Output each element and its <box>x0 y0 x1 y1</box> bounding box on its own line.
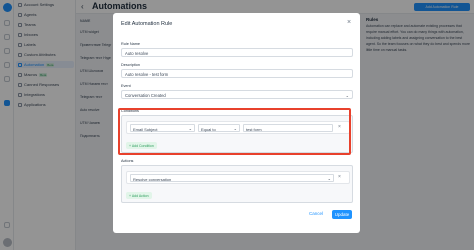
action-select[interactable]: Resolve conversation ⌄ <box>130 174 334 182</box>
event-select-value: Conversation Created <box>125 93 166 98</box>
update-button[interactable]: Update <box>332 210 352 219</box>
action-select-value: Resolve conversation <box>133 176 172 182</box>
action-row: Resolve conversation ⌄ × <box>126 171 350 184</box>
chevron-down-icon: ⌄ <box>327 176 331 181</box>
remove-action-icon[interactable]: × <box>338 174 341 180</box>
add-action-button[interactable]: + Add Action <box>126 192 152 199</box>
description-input[interactable]: Auto resolve - test form <box>121 69 353 78</box>
cancel-button[interactable]: Cancel <box>309 211 323 216</box>
actions-box: Resolve conversation ⌄ × + Add Action <box>121 165 353 203</box>
description-label: Description <box>121 63 140 67</box>
chevron-down-icon: ⌄ <box>345 93 349 98</box>
modal-title: Edit Automation Rule <box>121 21 173 27</box>
rule-name-input[interactable]: Auto resolve <box>121 48 353 57</box>
close-icon[interactable]: × <box>347 19 351 26</box>
event-label: Event <box>121 84 131 88</box>
event-select[interactable]: Conversation Created ⌄ <box>121 90 353 99</box>
rule-name-label: Rule Name <box>121 42 140 46</box>
actions-label: Actions <box>121 159 134 163</box>
conditions-highlight <box>118 108 351 155</box>
